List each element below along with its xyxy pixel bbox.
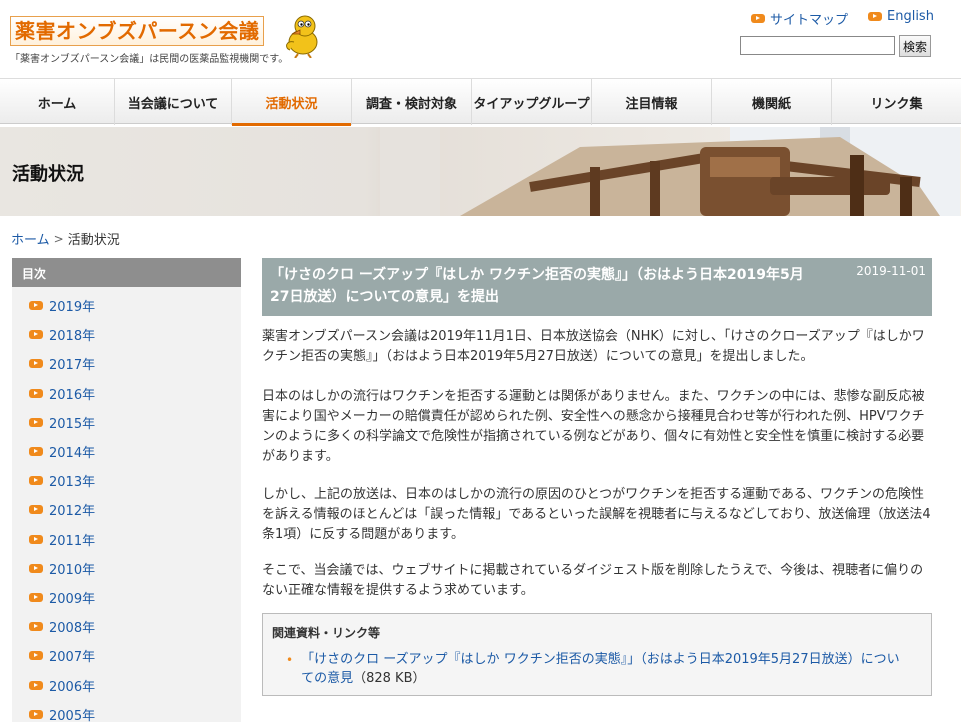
sidebar-item-label: 2019年 bbox=[49, 300, 96, 316]
sidebar-item-label: 2012年 bbox=[49, 504, 96, 520]
sidebar-item-label: 2018年 bbox=[49, 329, 96, 345]
sidebar-item-label: 2013年 bbox=[49, 475, 96, 491]
sidebar-item-label: 2005年 bbox=[49, 708, 96, 722]
nav-item-about[interactable]: 当会議について bbox=[115, 79, 232, 125]
article-header: 「けさのクロ ーズアップ『はしか ワクチン拒否の実態』」（おはよう日本2019年… bbox=[262, 258, 932, 316]
sidebar-item-label: 2011年 bbox=[49, 533, 96, 549]
english-link-label: English bbox=[887, 9, 934, 24]
nav-item-featured[interactable]: 注目情報 bbox=[592, 79, 712, 125]
article-paragraph: 日本のはしかの流行はワクチンを拒否する運動とは関係がありません。また、ワクチンの… bbox=[262, 389, 925, 464]
related-materials-entry: 「けさのクロ ーズアップ『はしか ワクチン拒否の実態』」（おはよう日本2019年… bbox=[301, 650, 901, 688]
breadcrumb: ホーム > 活動状況 bbox=[11, 229, 120, 249]
sidebar-item-label: 2009年 bbox=[49, 591, 96, 607]
article-date: 2019-11-01 bbox=[856, 264, 926, 278]
arrow-right-icon bbox=[29, 417, 43, 427]
related-materials-box: 関連資料・リンク等 • 「けさのクロ ーズアップ『はしか ワクチン拒否の実態』」… bbox=[262, 613, 932, 696]
breadcrumb-home-link[interactable]: ホーム bbox=[11, 229, 50, 248]
site-logo-title[interactable]: 薬害オンブズパースン会議 bbox=[10, 16, 265, 46]
sidebar-item-year[interactable]: 2012年 bbox=[12, 495, 241, 524]
breadcrumb-current: 活動状況 bbox=[67, 233, 120, 248]
sidebar-item-year[interactable]: 2019年 bbox=[12, 291, 241, 320]
site-header: 薬害オンブズパースン会議 「薬害オンブズパースン会議」は民間の医薬品監視機関です… bbox=[0, 0, 961, 78]
sidebar-title: 目次 bbox=[12, 258, 241, 287]
site-tagline: 「薬害オンブズパースン会議」は民間の医薬品監視機関です。 bbox=[10, 54, 289, 65]
sidebar-year-list: 2019年 2018年 2017年 2016年 2015年 2014年 2013… bbox=[12, 287, 241, 722]
article-paragraph: 薬害オンブズパースン会議は2019年11月1日、日本放送協会（NHK）に対し、「… bbox=[262, 329, 925, 364]
arrow-right-icon bbox=[29, 505, 43, 515]
sidebar-item-year[interactable]: 2005年 bbox=[12, 700, 241, 722]
sidebar-item-year[interactable]: 2018年 bbox=[12, 320, 241, 349]
arrow-right-icon bbox=[751, 14, 765, 23]
sidebar-item-year[interactable]: 2006年 bbox=[12, 670, 241, 699]
nav-item-links[interactable]: リンク集 bbox=[832, 79, 961, 125]
arrow-right-icon bbox=[29, 330, 43, 340]
sidebar-item-label: 2010年 bbox=[49, 562, 96, 578]
breadcrumb-separator: > bbox=[53, 231, 64, 246]
sidebar-item-label: 2006年 bbox=[49, 679, 96, 695]
sidebar-item-year[interactable]: 2017年 bbox=[12, 349, 241, 378]
sidebar-item-label: 2008年 bbox=[49, 621, 96, 637]
sidebar: 目次 2019年 2018年 2017年 2016年 2015年 2014年 2… bbox=[12, 258, 241, 722]
arrow-right-icon bbox=[29, 709, 43, 719]
sidebar-item-year[interactable]: 2007年 bbox=[12, 641, 241, 670]
arrow-right-icon bbox=[29, 447, 43, 457]
sitemap-link[interactable]: サイトマップ bbox=[751, 9, 848, 28]
nav-item-activities[interactable]: 活動状況 bbox=[232, 79, 352, 126]
sidebar-item-year[interactable]: 2009年 bbox=[12, 583, 241, 612]
article-paragraph: そこで、当会議では、ウェブサイトに掲載されているダイジェスト版を削除したうえで、… bbox=[262, 563, 924, 598]
page-title: 活動状況 bbox=[12, 164, 84, 185]
banner-chair-photo bbox=[380, 127, 961, 216]
related-materials-item: • 「けさのクロ ーズアップ『はしか ワクチン拒否の実態』」（おはよう日本201… bbox=[272, 650, 922, 688]
sidebar-item-year[interactable]: 2015年 bbox=[12, 408, 241, 437]
nav-item-tieup-groups[interactable]: タイアップグループ bbox=[472, 79, 592, 125]
arrow-right-icon bbox=[29, 301, 43, 311]
sidebar-item-year[interactable]: 2014年 bbox=[12, 437, 241, 466]
article-title: 「けさのクロ ーズアップ『はしか ワクチン拒否の実態』」（おはよう日本2019年… bbox=[270, 267, 804, 305]
arrow-right-icon bbox=[29, 622, 43, 632]
related-document-size: （828 KB） bbox=[353, 671, 426, 686]
sidebar-item-year[interactable]: 2008年 bbox=[12, 612, 241, 641]
arrow-right-icon bbox=[868, 12, 882, 21]
sidebar-item-label: 2017年 bbox=[49, 358, 96, 374]
nav-item-bulletin[interactable]: 機関紙 bbox=[712, 79, 832, 125]
arrow-right-icon bbox=[29, 388, 43, 398]
arrow-right-icon bbox=[29, 476, 43, 486]
arrow-right-icon bbox=[29, 592, 43, 602]
sidebar-item-label: 2016年 bbox=[49, 387, 96, 403]
global-nav: ホーム 当会議について 活動状況 調査・検討対象 タイアップグループ 注目情報 … bbox=[0, 78, 961, 126]
sidebar-item-year[interactable]: 2011年 bbox=[12, 525, 241, 554]
main-content: 「けさのクロ ーズアップ『はしか ワクチン拒否の実態』」（おはよう日本2019年… bbox=[262, 258, 932, 696]
nav-item-research[interactable]: 調査・検討対象 bbox=[352, 79, 472, 125]
sitemap-link-label: サイトマップ bbox=[770, 13, 849, 28]
sidebar-item-label: 2014年 bbox=[49, 446, 96, 462]
sidebar-item-year[interactable]: 2010年 bbox=[12, 554, 241, 583]
page-banner: 活動状況 bbox=[0, 127, 961, 216]
english-link[interactable]: English bbox=[868, 9, 934, 24]
arrow-right-icon bbox=[29, 651, 43, 661]
arrow-right-icon bbox=[29, 359, 43, 369]
sidebar-item-year[interactable]: 2016年 bbox=[12, 379, 241, 408]
related-materials-title: 関連資料・リンク等 bbox=[272, 626, 381, 640]
arrow-right-icon bbox=[29, 563, 43, 573]
sidebar-item-year[interactable]: 2013年 bbox=[12, 466, 241, 495]
sidebar-item-label: 2007年 bbox=[49, 650, 96, 666]
arrow-right-icon bbox=[29, 534, 43, 544]
article-paragraph: しかし、上記の放送は、日本のはしかの流行の原因のひとつがワクチンを拒否する運動で… bbox=[262, 487, 931, 542]
arrow-right-icon bbox=[29, 680, 43, 690]
bullet-icon: • bbox=[286, 653, 294, 667]
search-button[interactable]: 検索 bbox=[899, 35, 931, 57]
search-input[interactable] bbox=[740, 36, 895, 55]
nav-item-home[interactable]: ホーム bbox=[0, 79, 115, 125]
sidebar-item-label: 2015年 bbox=[49, 416, 96, 432]
